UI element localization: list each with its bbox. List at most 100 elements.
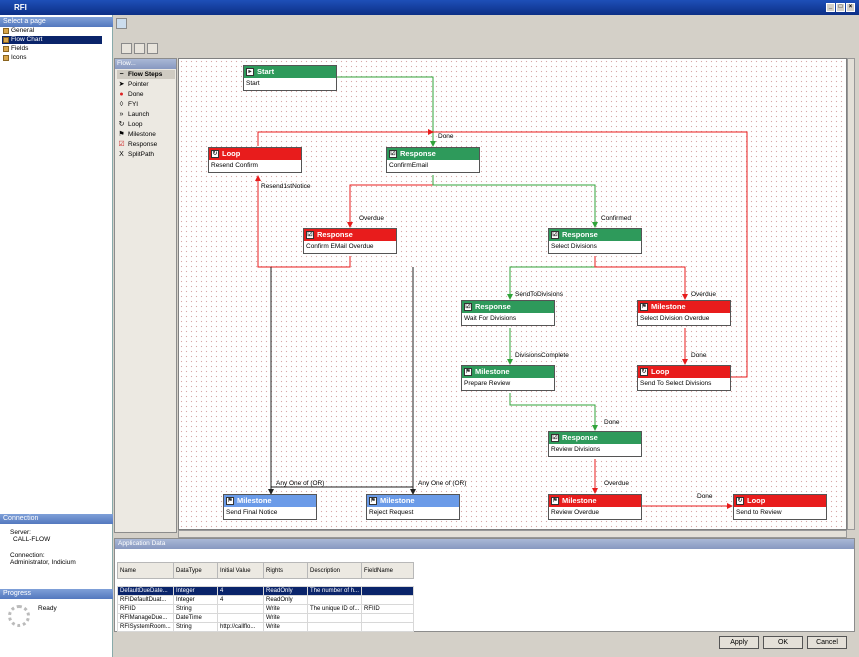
tool-launch[interactable]: » Launch [117,110,175,119]
response-icon: ☑ [464,303,472,311]
horizontal-scrollbar[interactable] [178,530,847,538]
title-bar: RFI _ □ × [0,0,859,15]
column-header[interactable]: Rights [263,562,308,579]
minimize-icon[interactable]: _ [826,3,835,12]
tool-splitpath[interactable]: Χ SplitPath [117,150,175,159]
toolbox-title: Flow... [115,59,176,69]
column-header[interactable]: FieldName [361,562,414,579]
layout-icon[interactable] [147,43,158,54]
tool-response[interactable]: ☑ Response [117,140,175,149]
page-item-fields[interactable]: Fields [2,45,102,53]
flow-node-wait-for-divisions[interactable]: ☑ Response Wait For Divisions [461,300,555,326]
flow-node-send-to-review[interactable]: ↻ Loop Send to Review [733,494,827,520]
edge-label: Any One of (OR) [418,480,467,487]
table-row[interactable]: RFIDefaultDuat... Integer 4 ReadOnly [117,595,414,605]
application-data-title: Application Data [115,539,854,549]
done-icon: ● [119,91,124,98]
tool-done[interactable]: ● Done [117,90,175,99]
milestone-icon: ⚑ [464,368,472,376]
tool-loop[interactable]: ↻ Loop [117,120,175,129]
table-row[interactable]: RFIID String Write The unique ID of... RFIID [117,604,414,614]
flow-node-confirm-email[interactable]: ☑ Response ConfirmEmail [386,147,480,173]
flow-node-send-to-select-divisions[interactable]: ↻ Loop Send To Select Divisions [637,365,731,391]
close-icon[interactable]: × [846,3,855,12]
spacer-row [118,579,414,587]
flow-node-send-final-notice[interactable]: ⚑ Milestone Send Final Notice [223,494,317,520]
page-item-general[interactable]: General [2,27,102,35]
folder-icon [3,28,9,34]
flow-node-select-division-overdue[interactable]: ⚑ Milestone Select Division Overdue [637,300,731,326]
server-value: CALL-FLOW [13,536,51,543]
tool-fyi[interactable]: ◊ FYI [117,100,175,109]
table-row[interactable]: RFISystemRoom... String http://callflo... W… [117,622,414,632]
folder-icon [3,55,9,61]
column-header[interactable]: DataType [173,562,218,579]
page-item-icons[interactable]: Icons [2,54,102,62]
page-item-flow-chart[interactable]: Flow Chart [2,36,102,44]
progress-header: Progress [0,589,113,599]
flow-node-confirm-email-overdue[interactable]: ☑ Response Confirm EMail Overdue [303,228,397,254]
flow-node-review-overdue[interactable]: ⚑ Milestone Review Overdue [548,494,642,520]
tool-flow-steps[interactable]: − Flow Steps [117,70,175,79]
flow-node-select-divisions[interactable]: ☑ Response Select Divisions [548,228,642,254]
edge-loop-resend-confirm [257,129,434,146]
edge-start-confirm [337,76,436,147]
flow-node-reject-request[interactable]: ⚑ Milestone Reject Request [366,494,460,520]
loop-icon: ↻ [640,368,648,376]
properties-icon[interactable] [116,18,127,29]
loop-icon: ↻ [118,121,125,128]
edge-label: Done [438,133,454,140]
edge-prepare-review [509,393,598,431]
steps-icon: − [119,71,124,78]
loop-icon: ↻ [736,497,744,505]
start-icon: ▸ [246,68,254,76]
column-header[interactable]: Initial Value [217,562,264,579]
edge-label: Done [697,493,713,500]
milestone-icon: ⚑ [551,497,559,505]
flow-node-start[interactable]: ▸ Start Start [243,65,337,91]
toolbox-panel: Flow... − Flow Steps ➤ Pointer ● Done ◊ FYI … [114,58,177,533]
sidebar: Select a page General Flow Chart Fields … [0,15,113,657]
response-icon: ☑ [389,150,397,158]
tool-pointer[interactable]: ➤ Pointer [117,80,175,89]
table-row[interactable]: RFIManageDue... DateTime Write [117,613,414,623]
apply-button[interactable]: Apply [719,636,759,649]
application-data-panel: Application Data Name DataType Initial V… [114,538,855,632]
edge-label: SendToDivisions [515,291,564,298]
table-row[interactable]: DefaultDueDate... Integer 4 ReadOnly The num… [117,586,414,596]
flow-node-loop-resend-confirm[interactable]: ↻ Loop Resend Confirm [208,147,302,173]
progress-status: Ready [38,605,57,612]
splitpath-icon: Χ [119,151,124,158]
edge-label: DivisionsComplete [515,352,569,359]
ok-button[interactable]: OK [763,636,803,649]
edge-select-overdue [594,256,688,300]
milestone-icon: ⚑ [369,497,377,505]
column-header[interactable]: Description [307,562,362,579]
select-page-header: Select a page [0,17,113,27]
view-icon[interactable] [121,43,132,54]
flow-node-review-divisions[interactable]: ☑ Response Review Divisions [548,431,642,457]
response-icon: ☑ [551,231,559,239]
milestone-icon: ⚑ [640,303,648,311]
milestone-icon: ⚑ [118,131,125,138]
application-data-table[interactable]: Name DataType Initial Value Rights Descr… [117,562,414,632]
vertical-scrollbar[interactable] [847,58,855,530]
folder-icon [3,37,9,43]
window-title: RFI [14,3,27,12]
connectors [255,76,748,509]
column-header[interactable]: Name [117,562,174,579]
connection-label: Connection: [10,552,45,559]
flow-node-prepare-review[interactable]: ⚑ Milestone Prepare Review [461,365,555,391]
edge-confirm-confirmed [432,175,598,228]
cancel-button[interactable]: Cancel [807,636,847,649]
edge-label: Done [691,352,707,359]
edge-loop-back [433,131,748,378]
edge-label: Overdue [359,215,384,222]
maximize-icon[interactable]: □ [836,3,845,12]
connection-value: Administrator, Indicium [10,559,76,566]
edge-label: Resend1stNotice [261,183,311,190]
grid-icon[interactable] [134,43,145,54]
edge-label: Confirmed [601,215,631,222]
tool-milestone[interactable]: ⚑ Milestone [117,130,175,139]
flow-chart-canvas[interactable]: Done Resend1stNotice Overdue Confirmed S… [178,58,847,530]
